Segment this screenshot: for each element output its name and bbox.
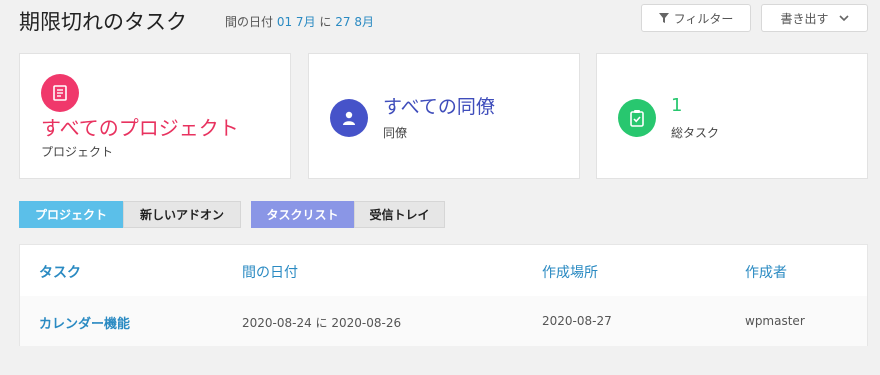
date-to: 27 8月: [335, 15, 374, 29]
date-range: 間の日付 01 7月 に 27 8月: [225, 13, 374, 30]
task-date-range: 2020-08-24 に 2020-08-26: [242, 316, 402, 330]
tab-projects[interactable]: プロジェクト: [19, 201, 123, 228]
filter-tabs: プロジェクト 新しいアドオン タスクリスト 受信トレイ: [19, 201, 445, 228]
project-icon: [41, 74, 79, 112]
user-icon: [330, 99, 368, 137]
column-header-date-range[interactable]: 間の日付: [242, 262, 298, 282]
task-created-at: 2020-08-27: [542, 314, 612, 328]
total-tasks-card[interactable]: 1 総タスク: [596, 53, 868, 179]
page-header: 期限切れのタスク 間の日付 01 7月 に 27 8月 フィルター 書き出す: [19, 4, 868, 38]
column-header-created-at[interactable]: 作成場所: [542, 262, 598, 282]
export-button[interactable]: 書き出す: [761, 4, 868, 32]
page-title: 期限切れのタスク: [19, 10, 187, 34]
tab-new-addons[interactable]: 新しいアドオン: [123, 201, 241, 228]
colleagues-card[interactable]: すべての同僚 同僚: [308, 53, 580, 179]
tasks-table: タスク 間の日付 作成場所 作成者 カレンダー機能 2020-08-24 に 2…: [19, 244, 868, 346]
table-header: タスク 間の日付 作成場所 作成者: [20, 245, 867, 297]
date-conjunction: に: [319, 15, 332, 29]
projects-card[interactable]: すべてのプロジェクト プロジェクト: [19, 53, 291, 179]
total-tasks-value: 1: [671, 95, 683, 116]
colleagues-card-value: すべての同僚: [383, 96, 495, 118]
table-row: カレンダー機能 2020-08-24 に 2020-08-26 2020-08-…: [20, 296, 867, 346]
column-header-task[interactable]: タスク: [39, 262, 81, 282]
export-label: 書き出す: [780, 11, 829, 26]
clipboard-check-icon: [618, 99, 656, 137]
task-author: wpmaster: [745, 314, 805, 328]
task-name-link[interactable]: カレンダー機能: [39, 313, 130, 332]
date-from: 01 7月: [276, 15, 316, 29]
total-tasks-label: 総タスク: [671, 126, 720, 140]
filter-label: フィルター: [673, 11, 734, 26]
chevron-down-icon: [838, 14, 849, 21]
projects-card-label: プロジェクト: [41, 145, 114, 159]
tab-tasklist[interactable]: タスクリスト: [251, 201, 354, 228]
column-header-author[interactable]: 作成者: [745, 262, 787, 282]
projects-card-value: すべてのプロジェクト: [41, 116, 239, 140]
tab-inbox[interactable]: 受信トレイ: [354, 201, 445, 228]
filter-button[interactable]: フィルター: [641, 4, 751, 32]
date-prefix: 間の日付: [225, 15, 274, 29]
filter-icon: [658, 13, 669, 23]
colleagues-card-label: 同僚: [383, 126, 408, 140]
